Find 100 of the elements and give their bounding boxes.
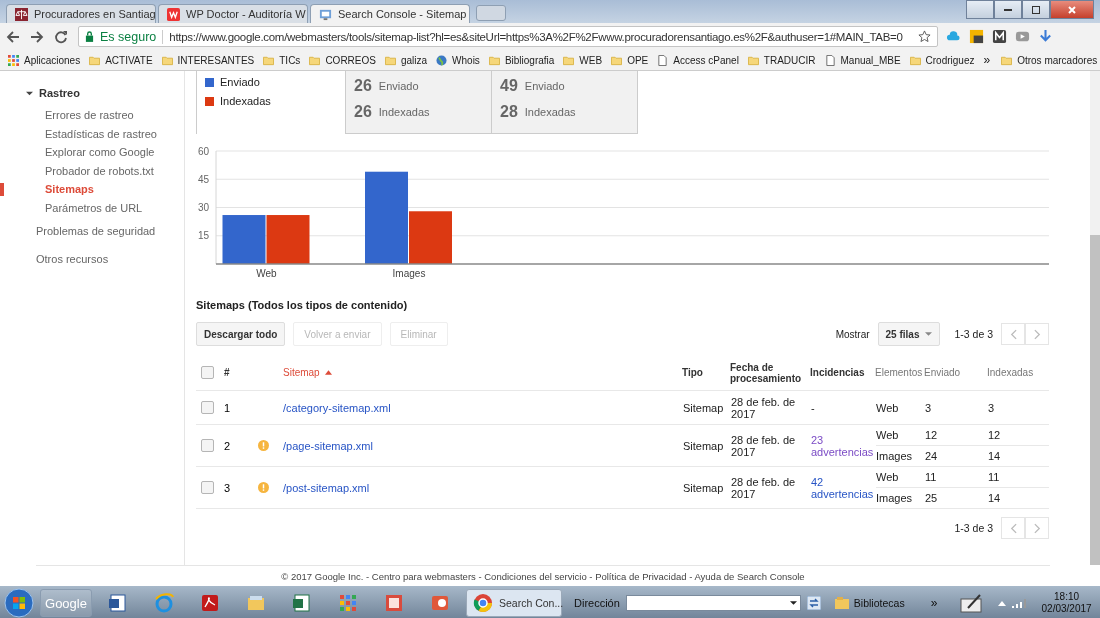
sitemap-link[interactable]: /page-sitemap.xml — [283, 439, 373, 452]
sidebar-item[interactable]: Explorar como Google — [45, 146, 155, 159]
bookmark[interactable]: Aplicaciones — [8, 54, 81, 66]
browser-tab[interactable]: WP Doctor - Auditoría W — [158, 4, 308, 23]
column-header[interactable]: Enviado — [924, 367, 961, 378]
sitemap-link[interactable]: /post-sitemap.xml — [283, 481, 370, 494]
column-header[interactable]: # — [224, 367, 230, 378]
more-bookmarks-button[interactable]: » — [983, 53, 991, 67]
table-cell-text: 28 de feb. de 2017 — [731, 433, 797, 458]
start-button[interactable] — [4, 588, 34, 618]
taskbar-button[interactable]: Search Con... — [466, 589, 562, 617]
reload-icon[interactable] — [54, 29, 68, 44]
extension-icon[interactable] — [992, 29, 1007, 44]
more-button[interactable]: » — [930, 596, 938, 610]
browser-tab[interactable]: Search Console - Sitemap — [310, 4, 470, 23]
bookmark[interactable]: OPE — [611, 54, 649, 66]
folder-icon — [834, 597, 849, 609]
sitemap-link[interactable]: /category-sitemap.xml — [283, 401, 391, 414]
sidebar-link[interactable]: Problemas de seguridad — [0, 225, 184, 237]
scrollbar[interactable] — [1090, 71, 1100, 565]
bookmark[interactable]: CORREOS — [309, 54, 376, 66]
issues-link[interactable]: 23 advertencias — [811, 433, 874, 458]
checkbox[interactable] — [201, 439, 214, 452]
new-tab-button[interactable] — [476, 5, 506, 21]
bookmark[interactable]: Whois — [436, 54, 480, 66]
tray-expand-icon[interactable] — [997, 600, 1006, 606]
sidebar-item[interactable]: Probador de robots.txt — [45, 164, 154, 177]
chart-bar[interactable] — [266, 215, 310, 264]
stat-value: 26 — [354, 104, 372, 120]
video-icon[interactable] — [1015, 29, 1030, 44]
minimize-button[interactable] — [994, 0, 1022, 19]
bookmark[interactable]: Access cPanel — [657, 54, 739, 66]
bookmark[interactable]: TICs — [263, 54, 301, 66]
scales-icon — [15, 7, 28, 21]
checkbox[interactable] — [201, 401, 214, 414]
sidebar-section[interactable]: Rastreo — [0, 87, 184, 99]
table-cell-text: 14 — [988, 492, 1002, 504]
rows-dropdown[interactable]: 25 filas — [877, 322, 941, 346]
bookmark[interactable]: Crodriguez — [909, 54, 975, 66]
other-bookmarks[interactable]: Otros marcadores — [1001, 54, 1098, 66]
caret-icon[interactable] — [789, 601, 797, 605]
sidebar-link[interactable]: Otros recursos — [0, 253, 184, 265]
sidebar-item[interactable]: Errores de rastreo — [45, 109, 134, 122]
bookmark[interactable]: WEB — [563, 54, 603, 66]
page-range: 1-3 de 3 — [954, 328, 993, 340]
folder-icon — [747, 54, 759, 66]
column-header[interactable]: Indexadas — [987, 367, 1034, 378]
address-field[interactable] — [625, 595, 801, 611]
stat-card[interactable]: 49 Enviado 28 Indexadas — [492, 71, 638, 134]
checkbox[interactable] — [201, 481, 214, 494]
table-cell-text: Web — [876, 429, 900, 441]
browser-tab[interactable]: Procuradores en Santiag — [6, 4, 156, 23]
folder-icon — [611, 54, 623, 66]
browser-icon — [473, 593, 493, 613]
checkbox[interactable] — [201, 366, 214, 379]
table-cell-text: 12 — [925, 429, 939, 441]
bookmark[interactable]: TRADUCIR — [747, 54, 816, 66]
issues-link[interactable]: 42 advertencias — [811, 475, 874, 500]
table-cell: Sitemap — [683, 401, 724, 414]
table-cell: Sitemap — [683, 481, 724, 494]
back-icon[interactable] — [6, 29, 20, 44]
brand-icon — [167, 7, 180, 21]
column-header[interactable]: Incidencias — [810, 367, 865, 378]
folder-icon — [1001, 54, 1013, 66]
column-header[interactable]: Tipo — [682, 367, 703, 378]
bookmark[interactable]: ACTIVATE — [89, 54, 153, 66]
folder-icon — [488, 54, 500, 66]
column-header[interactable]: Elementos — [875, 367, 923, 378]
close-button[interactable] — [1050, 0, 1094, 19]
legend-label: Indexadas — [220, 95, 271, 107]
maximize-button[interactable] — [1022, 0, 1050, 19]
folder-icon — [309, 54, 321, 66]
scrollbar-thumb[interactable] — [1090, 235, 1100, 565]
sidebar-item[interactable]: Estadísticas de rastreo — [45, 127, 157, 140]
go-icon[interactable] — [806, 596, 821, 610]
chart-bar[interactable] — [222, 215, 266, 264]
clock[interactable]: 18:10 02/03/2017 — [1041, 591, 1092, 615]
bookmark[interactable]: Manual_MBE — [824, 54, 901, 66]
folder-icon — [89, 54, 101, 66]
column-header[interactable]: Fecha de procesamiento — [730, 361, 806, 384]
action-button[interactable]: Descargar todo — [196, 322, 286, 346]
sidebar-item[interactable]: Parámetros de URL — [45, 201, 143, 214]
axis-label: 15 — [198, 230, 210, 242]
table-cell-text: 3 — [925, 401, 933, 414]
bookmark[interactable]: INTERESANTES — [161, 54, 255, 66]
page-icon — [824, 54, 836, 66]
stat-card[interactable]: 26 Enviado 26 Indexadas — [346, 71, 492, 134]
pen-icon[interactable] — [959, 593, 984, 613]
globe-icon — [436, 54, 448, 66]
folder-icon — [263, 54, 275, 66]
bookmark[interactable]: galiza — [384, 54, 428, 66]
libraries-toolbar[interactable]: Bibliotecas — [834, 597, 925, 609]
bookmark[interactable]: Bibliografia — [488, 54, 555, 66]
download-icon[interactable] — [1038, 29, 1053, 44]
address-bar[interactable]: Es seguro https://www.google.com/webmasters/tools/sitemap-list?hl=es&siteUrl=https%3A%2F%2Fwww.procuradorensantiago.es%2F&authuser=1#MAIN_TAB=0 — [78, 26, 938, 47]
apps-icon — [8, 54, 19, 66]
sidebar-item[interactable]: Sitemaps — [45, 183, 94, 196]
forward-icon[interactable] — [30, 29, 44, 44]
column-header[interactable]: Sitemap — [283, 367, 320, 378]
star-icon[interactable] — [918, 30, 931, 43]
